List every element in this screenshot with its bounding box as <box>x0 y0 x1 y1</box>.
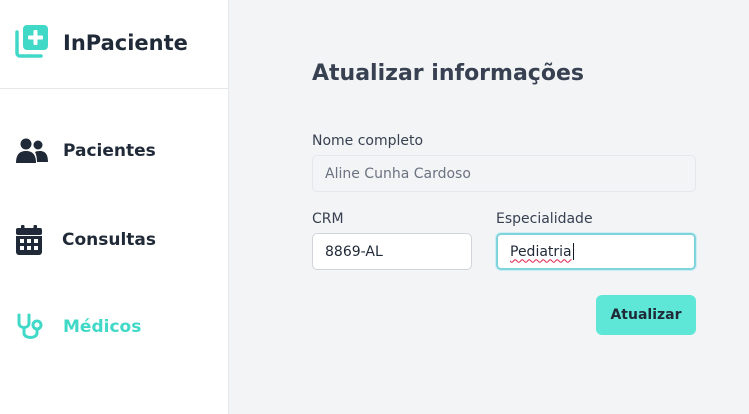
brand[interactable]: InPaciente <box>0 0 228 89</box>
sidebar: InPaciente Pacientes Consultas Médicos <box>0 0 229 414</box>
especialidade-field[interactable]: Pediatria <box>496 233 696 270</box>
main-content: Atualizar informações Nome completo Alin… <box>229 0 749 414</box>
stethoscope-icon <box>16 312 63 342</box>
text-caret <box>572 243 574 260</box>
nome-completo-field[interactable]: Aline Cunha Cardoso <box>312 155 696 192</box>
sidebar-item-label: Médicos <box>63 317 142 337</box>
sidebar-item-label: Consultas <box>62 230 157 250</box>
page-title: Atualizar informações <box>312 61 584 86</box>
especialidade-value: Pediatria <box>510 243 572 260</box>
especialidade-label: Especialidade <box>496 211 593 227</box>
users-icon <box>16 136 63 166</box>
crm-field[interactable]: 8869-AL <box>312 233 472 270</box>
medical-plus-logo-icon <box>15 24 49 58</box>
atualizar-button[interactable]: Atualizar <box>596 295 696 335</box>
app-name: InPaciente <box>63 30 188 55</box>
calendar-icon <box>16 225 62 255</box>
sidebar-item-pacientes[interactable]: Pacientes <box>16 136 156 166</box>
crm-value: 8869-AL <box>325 243 383 260</box>
sidebar-item-label: Pacientes <box>63 141 156 161</box>
sidebar-item-medicos[interactable]: Médicos <box>16 312 141 342</box>
nome-completo-value: Aline Cunha Cardoso <box>325 165 471 182</box>
crm-label: CRM <box>312 211 344 227</box>
sidebar-item-consultas[interactable]: Consultas <box>16 225 156 255</box>
nome-label: Nome completo <box>312 133 424 149</box>
